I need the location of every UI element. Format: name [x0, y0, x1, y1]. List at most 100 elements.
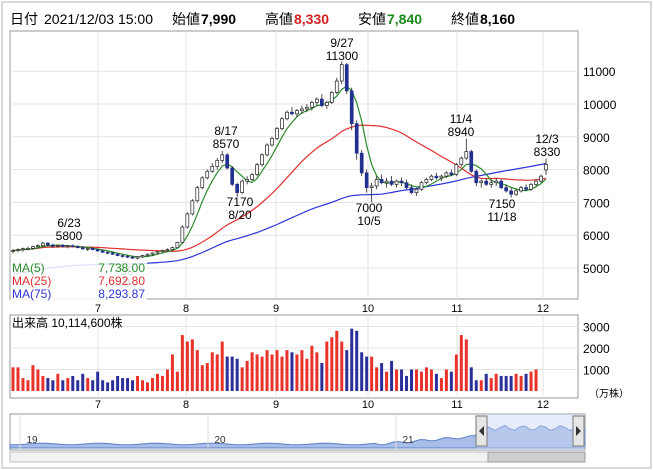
navigator-year-label: 19: [26, 435, 38, 446]
volume-bar: [519, 375, 523, 391]
volume-bar: [514, 373, 518, 391]
volume-bar: [479, 380, 483, 391]
volume-bar: [509, 375, 513, 391]
volume-bar: [215, 354, 219, 391]
volume-bar: [76, 380, 80, 391]
ma75-label: MA(75): [12, 287, 51, 301]
volume-bar: [250, 352, 254, 391]
volume-bar: [265, 350, 269, 391]
volume-bar: [200, 365, 204, 391]
annotation-12-3-date: 12/3: [535, 132, 559, 146]
volume-bar: [504, 375, 508, 391]
volume-bar: [36, 369, 40, 391]
volume-bar: [126, 378, 130, 391]
price-tick-label: 6000: [583, 229, 610, 243]
candle: [349, 87, 354, 131]
volume-bar: [474, 380, 478, 391]
volume-bar: [180, 335, 184, 391]
close-value: 8,160: [480, 11, 515, 27]
annotation-8-17-value: 8570: [213, 137, 240, 151]
volume-bar: [81, 373, 85, 391]
price-tick-label: 11000: [583, 65, 616, 79]
volume-bar: [444, 369, 448, 391]
volume-bar: [325, 341, 329, 391]
volume-bar: [165, 369, 169, 391]
volume-bar: [484, 373, 488, 391]
date-label: 日付: [10, 11, 38, 27]
volume-x-tick-label: 10: [362, 399, 374, 411]
open-value: 7,990: [201, 11, 236, 27]
ma-legend: MA(5) 7,738.00 MA(25) 7,692.80 MA(75) 8,…: [11, 260, 147, 301]
candle: [185, 212, 190, 229]
volume-bar: [405, 375, 409, 391]
price-x-tick-label: 9: [273, 303, 279, 315]
high-value: 8,330: [294, 11, 329, 27]
volume-bar: [385, 371, 389, 391]
volume-bar: [220, 341, 224, 391]
volume-bar: [155, 373, 159, 391]
volume-bar: [395, 369, 399, 391]
volume-bar: [26, 380, 30, 391]
volume-bar: [185, 341, 189, 391]
volume-bar: [464, 339, 468, 391]
ma5-label: MA(5): [12, 261, 45, 275]
price-tick-label: 10000: [583, 98, 617, 112]
low-label: 安値: [358, 11, 386, 27]
annotation-11-4-date: 11/4: [450, 112, 473, 126]
annotation-10-5-value: 7000: [356, 201, 383, 215]
navigator-right-handle[interactable]: [572, 415, 585, 447]
volume-bar: [46, 378, 50, 391]
volume-bar: [524, 373, 528, 391]
price-tick-label: 9000: [583, 131, 610, 145]
volume-bar: [434, 373, 438, 391]
volume-x-tick-label: 12: [537, 399, 549, 411]
navigator-left-handle[interactable]: [475, 415, 488, 447]
annotation-8-20-value: 7170: [227, 195, 254, 209]
candle: [195, 186, 200, 203]
volume-y-axis: 1000 2000 3000: [583, 321, 610, 378]
price-x-tick-label: 10: [362, 303, 374, 315]
volume-bar: [320, 363, 324, 391]
volume-bar: [489, 378, 493, 391]
volume-bar: [101, 380, 105, 391]
range-navigator[interactable]: 19 20 21: [9, 413, 586, 463]
volume-bar: [370, 356, 374, 391]
volume-bar: [275, 350, 279, 391]
volume-bar: [230, 356, 234, 391]
volume-bar: [305, 358, 309, 391]
candle: [285, 110, 289, 121]
ma75-value: 8,293.87: [98, 287, 145, 301]
volume-bar: [499, 375, 503, 391]
volume-bar: [71, 375, 75, 391]
volume-bar: [205, 363, 209, 391]
volume-bar: [61, 380, 65, 391]
candle: [265, 143, 269, 157]
volume-bar: [469, 367, 473, 391]
price-x-tick-label: 11: [451, 303, 462, 315]
volume-bar: [170, 354, 174, 391]
annotation-6-23-date: 6/23: [57, 216, 81, 230]
volume-bar: [330, 337, 334, 391]
volume-bar: [335, 330, 339, 391]
volume-tick-label: 3000: [583, 321, 610, 335]
volume-bar: [255, 354, 259, 391]
volume-bar: [365, 356, 369, 391]
volume-x-tick-label: 8: [183, 399, 189, 411]
volume-bar: [360, 352, 364, 391]
navigator-scrollbar-thumb[interactable]: [487, 451, 586, 463]
annotation-11-18-date: 11/18: [487, 210, 516, 224]
volume-bar: [429, 369, 433, 391]
volume-bar: [136, 375, 140, 391]
volume-bar: [150, 378, 154, 391]
candle: [225, 153, 230, 170]
candle: [200, 176, 205, 190]
volume-bar: [380, 363, 384, 391]
candle: [499, 179, 504, 190]
open-label: 始値: [172, 11, 200, 27]
navigator-selection[interactable]: [476, 414, 585, 450]
candle: [359, 149, 364, 177]
annotation-10-5-date: 10/5: [357, 214, 381, 228]
volume-bar: [280, 356, 284, 391]
annotation-9-27-date: 9/27: [330, 36, 354, 50]
volume-bar: [419, 371, 423, 391]
